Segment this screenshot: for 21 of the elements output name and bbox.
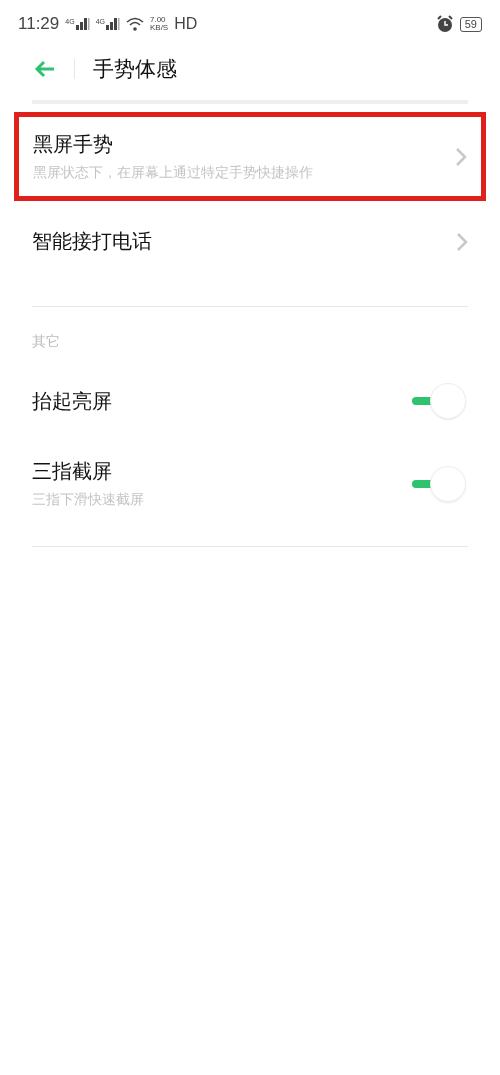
setting-row[interactable]: 智能接打电话 (0, 201, 500, 282)
setting-title: 三指截屏 (32, 458, 113, 485)
signal-icon (75, 18, 90, 30)
toggle-switch[interactable] (412, 382, 468, 420)
battery-level: 59 (459, 16, 482, 32)
back-icon[interactable] (34, 60, 56, 78)
setting-title: 智能接打电话 (32, 228, 152, 255)
hd-indicator: HD (174, 15, 198, 33)
speed-value: 7.00 (149, 16, 167, 24)
setting-title: 黑屏手势 (33, 131, 114, 158)
status-time: 11:29 (18, 14, 60, 34)
wifi-icon (125, 17, 144, 31)
section-label: 其它 (31, 332, 61, 351)
page-title: 手势体感 (93, 56, 177, 83)
chevron-icon (455, 146, 467, 167)
chevron-icon (456, 231, 468, 252)
setting-title: 抬起亮屏 (32, 387, 112, 415)
signal-icon (105, 18, 120, 30)
toggle-switch[interactable] (412, 464, 468, 503)
alarm-icon (435, 15, 454, 33)
speed-unit: KB/S (149, 24, 169, 32)
